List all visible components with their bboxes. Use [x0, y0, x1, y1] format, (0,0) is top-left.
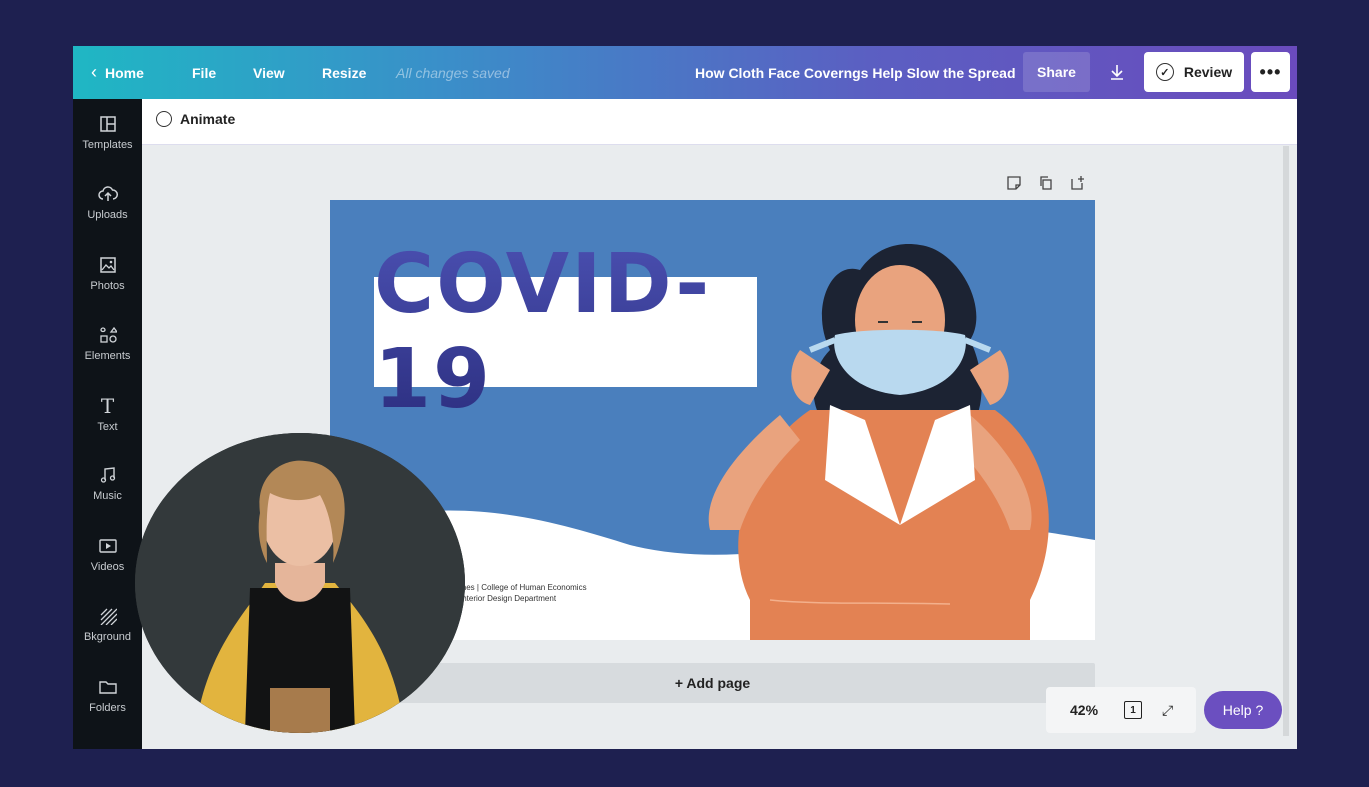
help-button[interactable]: Help ? [1204, 691, 1282, 729]
sidebar-item-label: Text [97, 421, 118, 433]
review-label: Review [1183, 64, 1233, 80]
review-button[interactable]: ✓ Review [1144, 52, 1244, 92]
home-label: Home [105, 64, 144, 81]
download-icon [1111, 65, 1123, 80]
uploads-icon [97, 183, 119, 205]
credit-line-1: ines | College of Human Economics [460, 583, 587, 592]
background-icon [97, 605, 119, 627]
photos-icon [97, 254, 119, 276]
music-icon [97, 464, 119, 486]
presenter-image [135, 433, 465, 733]
copy-icon [1040, 176, 1052, 190]
elements-icon [97, 324, 119, 346]
duplicate-page-button[interactable] [1037, 174, 1055, 192]
document-title[interactable]: How Cloth Face Coverngs Help Slow the Sp… [695, 46, 1016, 99]
text-icon: T [100, 394, 115, 418]
file-menu[interactable]: File [192, 46, 216, 99]
download-button[interactable] [1097, 52, 1137, 92]
sidebar-item-photos[interactable]: Photos [73, 254, 142, 314]
sidebar-item-folders[interactable]: Folders [73, 676, 142, 736]
editor-toolbar: Animate [142, 99, 1297, 145]
add-page-icon-button[interactable] [1069, 174, 1087, 192]
sidebar-item-label: Photos [90, 280, 125, 292]
sidebar-item-text[interactable]: T Text [73, 394, 142, 455]
check-circle-icon: ✓ [1155, 63, 1174, 81]
page-count-button[interactable]: 1 [1124, 701, 1143, 719]
more-options-button[interactable]: ••• [1251, 52, 1290, 92]
save-status: All changes saved [396, 64, 510, 81]
add-page-button[interactable]: + Add page [330, 663, 1095, 703]
home-button[interactable]: ‹ Home [91, 46, 144, 99]
share-button[interactable]: Share [1023, 52, 1090, 92]
sidebar-item-music[interactable]: Music [73, 464, 142, 524]
credit-line-2: Interior Design Department [460, 594, 557, 603]
top-bar: ‹ Home File View Resize All changes save… [73, 46, 1297, 99]
credit-text[interactable]: ines | College of Human Economics Interi… [460, 582, 587, 604]
fullscreen-icon[interactable]: ⤢ [1162, 702, 1173, 719]
videos-icon [97, 535, 119, 557]
sidebar-item-uploads[interactable]: Uploads [73, 183, 142, 243]
presenter-video [135, 433, 465, 733]
sidebar: Templates Uploads Photos Elements T Text… [73, 99, 142, 749]
note-icon [1007, 176, 1021, 190]
zoom-controls: 42% 1 ⤢ [1046, 687, 1196, 733]
animate-button[interactable]: Animate [156, 111, 235, 127]
sidebar-item-label: Bkground [83, 631, 132, 643]
add-note-button[interactable] [1005, 174, 1023, 192]
vertical-scrollbar[interactable] [1283, 146, 1289, 736]
sidebar-item-label: Templates [82, 139, 133, 151]
animate-icon [156, 111, 172, 127]
view-menu[interactable]: View [253, 46, 285, 99]
page-tools [1005, 174, 1087, 194]
sidebar-item-elements[interactable]: Elements [73, 324, 142, 384]
sidebar-item-label: Videos [90, 561, 125, 573]
sidebar-item-videos[interactable]: Videos [73, 535, 142, 595]
sidebar-item-background[interactable]: Bkground [73, 605, 142, 665]
chevron-left-icon: ‹ [91, 62, 97, 82]
resize-menu[interactable]: Resize [322, 46, 366, 99]
animate-label: Animate [180, 111, 236, 127]
sidebar-item-label: Folders [89, 702, 126, 714]
headline-box[interactable]: COVID-19 [374, 237, 757, 427]
folders-icon [97, 676, 119, 698]
sidebar-item-label: Elements [84, 350, 131, 362]
zoom-level[interactable]: 42% [1070, 702, 1098, 718]
sidebar-item-label: Uploads [87, 209, 128, 221]
sidebar-item-templates[interactable]: Templates [73, 113, 142, 173]
templates-icon [97, 113, 119, 135]
sidebar-item-label: Music [93, 490, 122, 502]
add-page-icon [1071, 176, 1084, 190]
headline-text[interactable]: COVID-19 [374, 237, 757, 427]
